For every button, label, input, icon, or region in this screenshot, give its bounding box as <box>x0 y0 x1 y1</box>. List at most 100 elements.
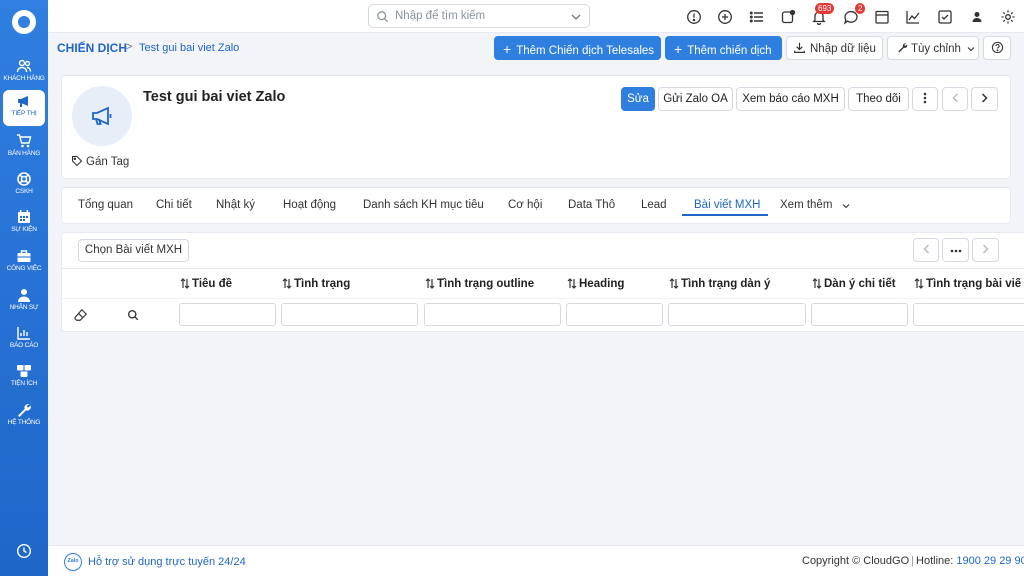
assign-tag-button[interactable]: Gán Tag <box>71 155 129 168</box>
more-vertical-icon <box>923 92 927 104</box>
customize-button[interactable]: Tùy chỉnh <box>887 36 979 60</box>
refresh-icon[interactable] <box>780 9 796 25</box>
sidebar-item-sales[interactable]: BÁN HÀNG <box>3 130 45 166</box>
report-icon <box>17 327 30 340</box>
footer-copyright: Copyright © CloudGO | Hotline: 1900 29 29 … <box>802 555 1024 567</box>
sidebar-item-cskh[interactable]: CSKH <box>3 168 45 204</box>
view-social-report-button[interactable]: Xem báo cáo MXH <box>736 87 845 111</box>
global-search-box[interactable]: Nhập để tìm kiếm <box>368 4 590 28</box>
download-icon <box>794 42 805 53</box>
tab-details[interactable]: Chi tiết <box>156 199 192 211</box>
gear-icon[interactable] <box>1000 9 1016 25</box>
tag-icon <box>71 155 83 167</box>
zalo-support-icon[interactable]: Zalo <box>64 553 82 571</box>
tab-target-list[interactable]: Danh sách KH mục tiêu <box>363 199 484 211</box>
megaphone-icon <box>18 96 28 107</box>
sidebar-item-reports[interactable]: BÁO CÁO <box>3 322 45 358</box>
calendar-icon[interactable] <box>874 9 890 25</box>
eraser-icon[interactable] <box>74 308 88 322</box>
sidebar-item-label: NHÂN SỰ <box>9 304 39 311</box>
tab-social-posts[interactable]: Bài viết MXH <box>694 199 760 211</box>
cloudgo-logo[interactable] <box>12 10 36 34</box>
plus-circle-icon[interactable] <box>717 9 733 25</box>
prev-record-button[interactable] <box>942 87 968 111</box>
sidebar-item-label: HỆ THỐNG <box>7 419 41 426</box>
send-zalo-oa-button[interactable]: Gửi Zalo OA <box>658 87 733 111</box>
column-header-detailed-outline[interactable]: Dàn ý chi tiết <box>812 278 896 290</box>
question-circle-icon <box>991 41 1003 54</box>
filter-input-outline-draft-status[interactable] <box>668 303 806 326</box>
alert-circle-icon[interactable] <box>686 9 702 25</box>
chart-line-icon[interactable] <box>905 9 921 25</box>
sidebar-item-events[interactable]: SỰ KIỆN <box>3 206 45 242</box>
edit-button[interactable]: Sửa <box>621 87 655 111</box>
column-header-outline-status[interactable]: Tình trạng outline <box>425 278 534 290</box>
wrench-icon <box>898 43 908 53</box>
tab-opportunities[interactable]: Cơ hội <box>508 199 542 211</box>
column-header-title[interactable]: Tiêu đề <box>180 278 232 290</box>
sidebar-item-label: CSKH <box>15 188 33 195</box>
sidebar-item-label: KHÁCH HÀNG <box>3 75 45 82</box>
chevron-left-icon <box>922 244 929 254</box>
filter-input-heading[interactable] <box>566 303 663 326</box>
tab-log[interactable]: Nhật ký <box>216 199 255 211</box>
sidebar-item-marketing[interactable]: TIẾP THỊ <box>3 90 45 126</box>
follow-button[interactable]: Theo dõi <box>848 87 909 111</box>
add-telesales-campaign-button[interactable]: + Thêm Chiến dịch Telesales <box>494 36 661 60</box>
tab-more[interactable]: Xem thêm <box>780 199 850 211</box>
support-link[interactable]: Hỗ trợ sử dụng trực tuyến 24/24 <box>88 556 246 568</box>
active-tab-indicator <box>682 214 768 216</box>
plus-icon: + <box>503 41 512 57</box>
filter-input-outline-status[interactable] <box>424 303 561 326</box>
next-record-button[interactable] <box>971 87 998 111</box>
filter-input-status[interactable] <box>281 303 418 326</box>
list-icon[interactable] <box>749 9 765 25</box>
plus-icon: + <box>674 41 683 57</box>
sidebar-item-tasks[interactable]: CÔNG VIỆC <box>3 245 45 281</box>
list-next-page-button[interactable] <box>972 238 999 262</box>
column-header-outline-draft-status[interactable]: Tình trạng dàn ý <box>669 278 770 290</box>
column-header-post-status[interactable]: Tình trạng bài viế <box>914 278 1022 290</box>
record-title: Test gui bai viet Zalo <box>143 89 286 105</box>
checkbox-icon[interactable] <box>937 9 953 25</box>
chevron-down-icon[interactable] <box>571 13 581 21</box>
help-button[interactable] <box>983 36 1011 60</box>
tab-lead[interactable]: Lead <box>641 199 667 211</box>
clock-icon[interactable] <box>16 543 32 559</box>
table-divider <box>61 268 1024 269</box>
sidebar-item-hr[interactable]: NHÂN SỰ <box>3 284 45 320</box>
sidebar-item-utilities[interactable]: TIỆN ÍCH <box>3 360 45 396</box>
sort-icon <box>669 278 679 289</box>
column-header-status[interactable]: Tình trạng <box>282 278 350 290</box>
sidebar-item-customers[interactable]: KHÁCH HÀNG <box>3 55 45 91</box>
more-actions-button[interactable] <box>912 87 938 111</box>
filter-input-post-status[interactable] <box>913 303 1024 326</box>
tab-activities[interactable]: Hoạt động <box>283 199 336 211</box>
search-input[interactable]: Nhập để tìm kiếm <box>395 10 485 22</box>
breadcrumb-separator: > <box>126 41 133 53</box>
sidebar-item-system[interactable]: HỆ THỐNG <box>3 399 45 435</box>
hotline-number[interactable]: 1900 29 29 90 <box>956 555 1024 567</box>
user-icon[interactable] <box>969 9 985 25</box>
sidebar-item-label: TIẾP THỊ <box>11 110 37 117</box>
more-horizontal-icon <box>950 249 961 253</box>
import-data-button[interactable]: Nhập dữ liệu <box>786 36 883 60</box>
sort-icon <box>914 278 924 289</box>
lifebuoy-icon <box>17 172 31 186</box>
tab-raw-data[interactable]: Data Thô <box>568 199 615 211</box>
filter-input-title[interactable] <box>179 303 276 326</box>
tab-overview[interactable]: Tổng quan <box>78 199 133 211</box>
select-social-post-button[interactable]: Chọn Bài viết MXH <box>78 239 189 262</box>
breadcrumb-module[interactable]: CHIẾN DỊCH <box>57 41 127 55</box>
column-header-heading[interactable]: Heading <box>567 278 624 290</box>
search-icon[interactable] <box>127 309 139 321</box>
search-icon <box>377 11 389 23</box>
sidebar-item-label: SỰ KIỆN <box>11 226 37 233</box>
list-prev-page-button[interactable] <box>913 238 939 262</box>
list-more-button[interactable] <box>942 238 969 262</box>
chevron-right-icon <box>981 93 988 103</box>
footer: Zalo Hỗ trợ sử dụng trực tuyến 24/24 Cop… <box>48 545 1024 576</box>
sidebar-item-label: TIỆN ÍCH <box>10 380 38 387</box>
add-campaign-button[interactable]: + Thêm chiến dịch <box>665 36 782 60</box>
filter-input-detailed-outline[interactable] <box>811 303 908 326</box>
